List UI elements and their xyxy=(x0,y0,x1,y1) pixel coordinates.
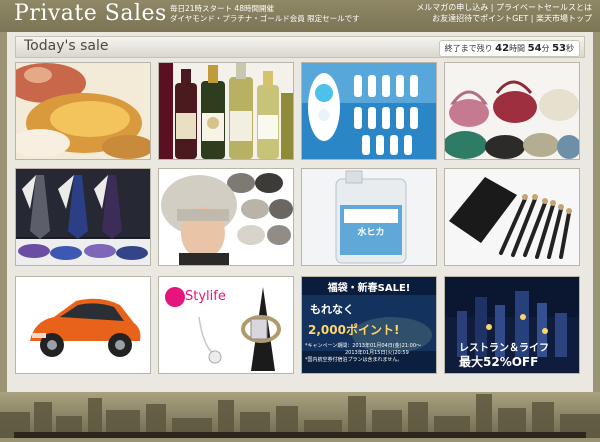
sale-tile-ties[interactable] xyxy=(15,168,151,266)
restaurant-discount: 最大52%OFF xyxy=(459,355,539,369)
sale-subheadline: もれなく xyxy=(310,303,354,316)
jewelry-image xyxy=(159,277,293,373)
schedule-text: 毎日21時スタート 48時間開催 xyxy=(170,4,274,13)
sale-tile-hats[interactable] xyxy=(158,168,294,266)
crab-bread-image xyxy=(16,63,150,159)
sale-tile-wine[interactable] xyxy=(158,62,294,160)
header-links: メルマガの申し込み | プライベートセールスとは お友達招待でポイントGET |… xyxy=(416,2,592,24)
leather-bags-image xyxy=(445,63,579,159)
member-text: ダイヤモンド・プラチナ・ゴールド会員 限定セールです xyxy=(170,14,360,23)
sale-tile-restaurant[interactable]: レストラン＆ライフ 最大52%OFF xyxy=(444,276,580,374)
countdown-label: 終了まで残り xyxy=(444,44,493,53)
countdown-minutes: 54 xyxy=(527,43,542,54)
makeup-brushes-image xyxy=(445,169,579,265)
toothbrush-heads-image xyxy=(302,63,436,159)
restaurant-headline: レストラン＆ライフ xyxy=(459,343,549,354)
countdown-seconds: 53 xyxy=(552,43,566,54)
countdown-hours: 42 xyxy=(495,43,510,54)
water-container-image xyxy=(302,169,436,265)
sale-headline: 福袋・新春SALE! xyxy=(327,283,411,294)
invite-points-link[interactable]: お友達招待でポイントGET xyxy=(432,14,528,23)
sale-term-period: *キャンペーン期間：2013年01月04日(金)21:00～ xyxy=(305,343,422,349)
sale-tile-toothbrush[interactable] xyxy=(301,62,437,160)
section-title: Today's sale xyxy=(24,38,109,54)
sale-tile-car[interactable] xyxy=(15,276,151,374)
sale-tile-bags[interactable] xyxy=(444,62,580,160)
link-separator: | xyxy=(528,14,536,23)
sale-term-end: 2013年01月15日(火)20:59 xyxy=(345,350,409,356)
footer-bar xyxy=(14,432,586,438)
stylife-logo: Stylife xyxy=(185,289,226,304)
water-product-label: 水ヒカ xyxy=(357,228,385,238)
rakuten-top-link[interactable]: 楽天市場トップ xyxy=(536,14,592,23)
hours-unit: 時間 xyxy=(509,44,526,53)
minutes-unit: 分 xyxy=(541,44,550,53)
wine-bottles-image xyxy=(159,63,293,159)
sale-tile-newyear-sale[interactable]: 福袋・新春SALE! もれなく 2,000ポイント! *キャンペーン期間：201… xyxy=(301,276,437,374)
sale-terms: *キャンペーン期間：2013年01月04日(金)21:00～ 2013年01月1… xyxy=(305,343,421,364)
header-subline: 毎日21時スタート 48時間開催 ダイヤモンド・プラチナ・ゴールド会員 限定セー… xyxy=(170,4,360,24)
neckties-image xyxy=(16,169,150,265)
section-titlebar: Today's sale 終了まで残り 42時間 54分 53秒 xyxy=(15,36,585,58)
sale-tile-water[interactable]: 水ヒカ xyxy=(301,168,437,266)
sale-term-note: *国内航空券付宿泊プランは含まれません。 xyxy=(305,357,403,363)
sale-tile-jewelry[interactable]: Stylife xyxy=(158,276,294,374)
link-separator: | xyxy=(488,3,496,12)
sale-points: 2,000ポイント! xyxy=(308,323,400,337)
site-logo[interactable]: Private Sales xyxy=(14,1,167,26)
about-link[interactable]: プライベートセールスとは xyxy=(496,3,592,12)
seconds-unit: 秒 xyxy=(566,44,574,53)
sale-tile-crab-bread[interactable] xyxy=(15,62,151,160)
knit-hats-image xyxy=(159,169,293,265)
sale-tile-brushes[interactable] xyxy=(444,168,580,266)
header: Private Sales 毎日21時スタート 48時間開催 ダイヤモンド・プラ… xyxy=(0,0,600,32)
countdown-timer: 終了まで残り 42時間 54分 53秒 xyxy=(438,40,580,57)
mail-magazine-link[interactable]: メルマガの申し込み xyxy=(416,3,488,12)
sale-content: Today's sale 終了まで残り 42時間 54分 53秒 水ヒカ Sty… xyxy=(7,32,593,392)
orange-car-image xyxy=(16,277,150,373)
